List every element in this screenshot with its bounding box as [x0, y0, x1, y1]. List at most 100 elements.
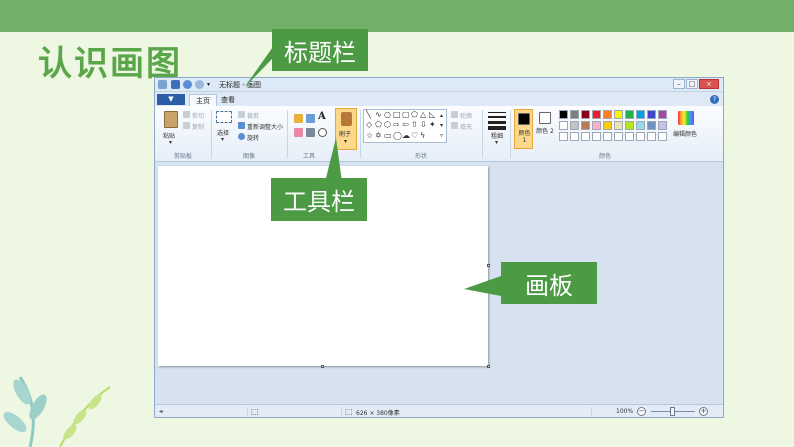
resize-handle-right[interactable] [487, 264, 490, 267]
color-swatch[interactable] [647, 110, 656, 119]
fill-bucket-icon[interactable] [306, 114, 315, 123]
curve-shape-icon[interactable]: ∿ [375, 111, 382, 119]
color-swatch[interactable] [625, 110, 634, 119]
file-menu-button[interactable]: ▼ [157, 94, 185, 105]
maximize-button[interactable]: □ [686, 79, 698, 89]
zoom-in-button[interactable]: + [699, 407, 708, 416]
tab-view[interactable]: 查看 [215, 94, 241, 106]
custom-color-slot[interactable] [570, 132, 579, 141]
magnifier-icon[interactable] [318, 128, 327, 137]
oval-shape-icon[interactable]: ○ [384, 111, 391, 119]
paste-icon[interactable] [164, 111, 178, 128]
copy-button[interactable]: 复制 [192, 122, 204, 131]
four-star-shape-icon[interactable]: ✦ [429, 121, 436, 129]
custom-color-slot[interactable] [603, 132, 612, 141]
callout-rect-shape-icon[interactable]: ▭ [384, 132, 392, 140]
color-swatch[interactable] [592, 110, 601, 119]
color-swatch[interactable] [570, 110, 579, 119]
callout-oval-shape-icon[interactable]: ◯ [393, 132, 402, 140]
help-icon[interactable]: ? [710, 95, 719, 104]
triangle-shape-icon[interactable]: △ [420, 111, 426, 119]
color-swatch[interactable] [592, 121, 601, 130]
color-swatch[interactable] [603, 110, 612, 119]
color-swatch[interactable] [647, 121, 656, 130]
heart-shape-icon[interactable]: ♡ [411, 132, 418, 140]
crop-button[interactable]: 裁剪 [247, 111, 259, 120]
color2-swatch[interactable] [539, 112, 551, 124]
color-swatch[interactable] [581, 121, 590, 130]
pentagon-shape-icon[interactable]: ⬠ [375, 121, 382, 129]
redo-icon[interactable] [195, 80, 204, 89]
color-swatch[interactable] [603, 121, 612, 130]
custom-color-slot[interactable] [636, 132, 645, 141]
color-swatch[interactable] [581, 110, 590, 119]
resize-button[interactable]: 重新调整大小 [247, 122, 283, 131]
hexagon-shape-icon[interactable]: ⬡ [384, 121, 391, 129]
zoom-slider-knob[interactable] [670, 407, 675, 416]
color-swatch[interactable] [559, 121, 568, 130]
paste-dropdown-icon[interactable]: ▾ [169, 139, 172, 146]
minimize-button[interactable]: – [673, 79, 685, 89]
custom-color-slot[interactable] [614, 132, 623, 141]
shapes-gallery[interactable]: ╲ ∿ ○ □ ▢ ⬠ △ ◺ ◇ ⬠ ⬡ ⇨ ⇦ ⇧ ⇩ ✦ ☆ ✡ ▭ ◯ … [363, 109, 447, 143]
custom-color-slot[interactable] [647, 132, 656, 141]
cut-button[interactable]: 剪切 [192, 111, 204, 120]
callout-cloud-shape-icon[interactable]: ☁ [402, 132, 410, 140]
select-dropdown-icon[interactable]: ▾ [221, 136, 224, 143]
custom-color-slot[interactable] [658, 132, 667, 141]
polygon-shape-icon[interactable]: ⬠ [411, 111, 418, 119]
right-triangle-shape-icon[interactable]: ◺ [429, 111, 435, 119]
color-swatch[interactable] [614, 121, 623, 130]
color-swatch[interactable] [636, 110, 645, 119]
edit-colors-icon[interactable] [678, 111, 694, 125]
shapes-scroll-up-icon[interactable]: ▴ [440, 112, 443, 120]
tab-home[interactable]: 主页 [189, 94, 217, 106]
lightning-shape-icon[interactable]: ϟ [420, 132, 425, 140]
custom-color-slot[interactable] [581, 132, 590, 141]
zoom-out-button[interactable]: − [637, 407, 646, 416]
left-arrow-shape-icon[interactable]: ⇦ [402, 121, 409, 129]
edit-colors-button[interactable]: 编辑颜色 [673, 129, 697, 138]
size-dropdown-icon[interactable]: ▾ [495, 139, 498, 146]
color-swatch[interactable] [570, 121, 579, 130]
right-arrow-shape-icon[interactable]: ⇨ [393, 121, 400, 129]
rotate-button[interactable]: 旋转 [247, 133, 259, 142]
diamond-shape-icon[interactable]: ◇ [366, 121, 372, 129]
group-label-tools: 工具 [302, 153, 315, 160]
customize-qat-icon[interactable]: ▾ [207, 80, 213, 89]
rectangle-shape-icon[interactable]: □ [393, 111, 401, 119]
size-icon[interactable] [488, 110, 506, 130]
down-arrow-shape-icon[interactable]: ⇩ [420, 121, 427, 129]
undo-icon[interactable] [183, 80, 192, 89]
color1-button[interactable]: 颜色 1 [514, 109, 533, 149]
line-shape-icon[interactable]: ╲ [366, 111, 371, 119]
color-picker-icon[interactable] [306, 128, 315, 137]
fill-button[interactable]: 填充 [460, 122, 472, 131]
shapes-scroll-down-icon[interactable]: ▾ [440, 122, 443, 130]
eraser-icon[interactable] [294, 128, 303, 137]
color-swatch[interactable] [559, 110, 568, 119]
resize-handle-corner[interactable] [487, 365, 490, 368]
six-star-shape-icon[interactable]: ✡ [375, 132, 382, 140]
custom-color-slot[interactable] [559, 132, 568, 141]
resize-handle-bottom[interactable] [321, 365, 324, 368]
save-icon[interactable] [171, 80, 180, 89]
color-swatch[interactable] [658, 121, 667, 130]
custom-color-slot[interactable] [625, 132, 634, 141]
select-icon[interactable] [216, 111, 232, 123]
custom-color-slot[interactable] [592, 132, 601, 141]
color-swatch[interactable] [636, 121, 645, 130]
pencil-icon[interactable] [294, 114, 303, 123]
color-swatch[interactable] [658, 110, 667, 119]
close-button[interactable]: × [699, 79, 719, 89]
brushes-button[interactable]: 刷子 ▾ [335, 108, 357, 150]
color-swatch[interactable] [625, 121, 634, 130]
up-arrow-shape-icon[interactable]: ⇧ [411, 121, 418, 129]
outline-button[interactable]: 轮廓 [460, 111, 472, 120]
rounded-rect-shape-icon[interactable]: ▢ [402, 111, 410, 119]
color2-button[interactable]: 颜色 2 [536, 128, 554, 135]
color-swatch[interactable] [614, 110, 623, 119]
shapes-expand-icon[interactable]: ▿ [440, 132, 443, 140]
five-star-shape-icon[interactable]: ☆ [366, 132, 373, 140]
text-tool-icon[interactable]: A [318, 112, 327, 122]
